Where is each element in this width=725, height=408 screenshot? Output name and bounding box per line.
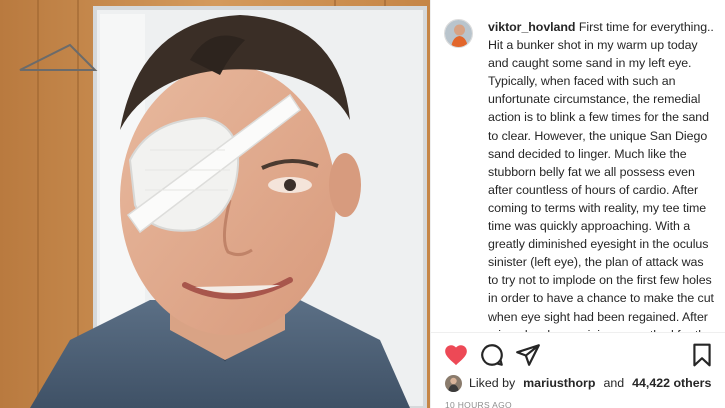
- eye-patch-selfie-image: [0, 0, 430, 408]
- instagram-post: viktor_hovland First time for everything…: [0, 0, 725, 408]
- liker-avatar[interactable]: [445, 374, 462, 392]
- likes-conjunction: and: [603, 376, 625, 390]
- likes-summary: Liked by mariusthorp and 44,422 others: [445, 373, 711, 393]
- caption-scroll-area[interactable]: viktor_hovland First time for everything…: [431, 0, 725, 332]
- bookmark-icon: [693, 343, 711, 367]
- divider: [431, 332, 725, 333]
- liker-avatar-image: [445, 374, 462, 392]
- share-icon: [516, 344, 540, 366]
- post-actions: [431, 340, 725, 370]
- post-photo[interactable]: [0, 0, 430, 408]
- avatar-image: [445, 20, 472, 47]
- comment-icon: [481, 344, 503, 366]
- save-button[interactable]: [689, 342, 715, 368]
- heart-icon: [445, 345, 467, 366]
- avatar[interactable]: [444, 19, 473, 48]
- post-side-panel: viktor_hovland First time for everything…: [430, 0, 725, 408]
- liked-by-user-link[interactable]: mariusthorp: [523, 376, 595, 390]
- likes-others-link[interactable]: 44,422 others: [632, 376, 711, 390]
- likes-prefix: Liked by: [469, 376, 516, 390]
- caption-username-link[interactable]: viktor_hovland: [488, 20, 575, 34]
- post-caption: viktor_hovland First time for everything…: [488, 18, 716, 332]
- share-button[interactable]: [515, 342, 541, 368]
- post-timestamp[interactable]: 10 HOURS AGO: [445, 400, 512, 408]
- comment-button[interactable]: [479, 342, 505, 368]
- caption-text: First time for everything.. Hit a bunker…: [488, 20, 714, 332]
- like-button[interactable]: [443, 342, 469, 368]
